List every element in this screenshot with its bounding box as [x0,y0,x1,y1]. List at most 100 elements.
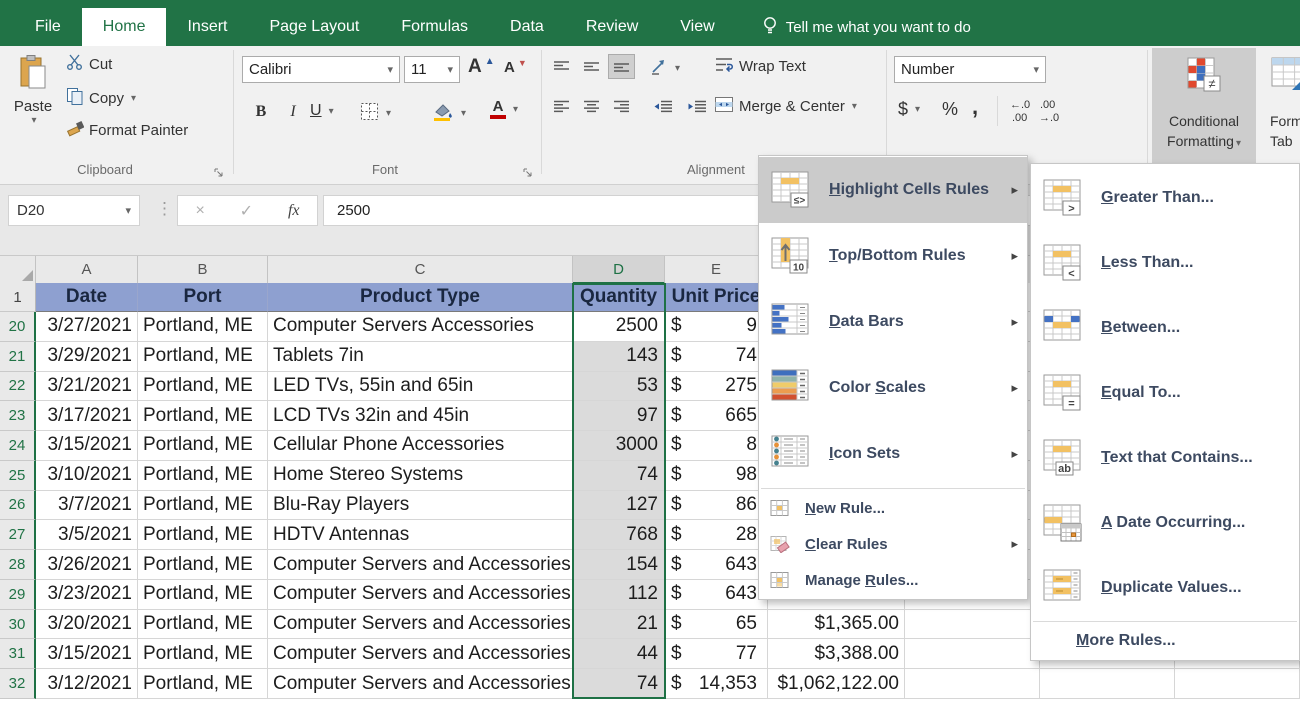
cell-quantity[interactable]: 768 [573,520,665,550]
tab-review[interactable]: Review [565,8,659,46]
cell-unit-price[interactable]: $14,353 [665,669,768,699]
align-left-button[interactable] [548,94,575,119]
header-cell[interactable]: Product Type [268,283,573,312]
cell-product[interactable]: Computer Servers and Accessories [268,639,573,669]
insert-function-icon[interactable]: fx [288,202,300,220]
font-size-combo[interactable]: 11 ▾ [404,56,460,83]
empty-cell[interactable] [1040,669,1175,699]
cell-product[interactable]: Computer Servers and Accessories [268,580,573,610]
cell-product[interactable]: Cellular Phone Accessories [268,431,573,461]
cell-date[interactable]: 3/20/2021 [36,610,138,640]
tell-me-box[interactable]: Tell me what you want to do [762,8,971,46]
borders-button[interactable]: ▾ [360,102,391,125]
bottom-align-button[interactable] [608,54,635,79]
tab-page-layout[interactable]: Page Layout [248,8,380,46]
column-header-E[interactable]: E [665,256,768,284]
decrease-indent-button[interactable] [648,94,678,119]
column-header-B[interactable]: B [138,256,268,284]
row-header[interactable]: 22 [0,372,36,402]
header-cell[interactable]: Unit Price [665,283,768,312]
cell-product[interactable]: LCD TVs 32in and 45in [268,401,573,431]
cell-quantity[interactable]: 3000 [573,431,665,461]
cell-total[interactable]: $1,365.00 [768,610,905,640]
column-header-C[interactable]: C [268,256,573,284]
menu-item-greater-than[interactable]: > Greater Than... [1031,165,1299,230]
menu-item-manage-rules[interactable]: Manage Rules... [759,562,1027,598]
cell-product[interactable]: Computer Servers and Accessories [268,550,573,580]
cell-unit-price[interactable]: $65 [665,610,768,640]
tab-home[interactable]: Home [82,8,167,46]
empty-cell[interactable] [905,610,1040,640]
cell-date[interactable]: 3/26/2021 [36,550,138,580]
cell-date[interactable]: 3/12/2021 [36,669,138,699]
tab-data[interactable]: Data [489,8,565,46]
cell-port[interactable]: Portland, ME [138,342,268,372]
empty-cell[interactable] [905,669,1040,699]
tab-insert[interactable]: Insert [166,8,248,46]
wrap-text-button[interactable]: Wrap Text [714,56,806,77]
tab-view[interactable]: View [659,8,735,46]
row-header[interactable]: 24 [0,431,36,461]
cell-product[interactable]: Tablets 7in [268,342,573,372]
cell-quantity[interactable]: 74 [573,669,665,699]
column-header-A[interactable]: A [36,256,138,284]
header-cell[interactable]: Port [138,283,268,312]
empty-cell[interactable] [1175,669,1300,699]
menu-item-clear-rules[interactable]: Clear Rules ▸ [759,526,1027,562]
copy-button[interactable]: Copy ▾ [66,87,136,109]
cancel-icon[interactable]: × [195,202,204,220]
cell-quantity[interactable]: 44 [573,639,665,669]
header-cell[interactable]: Date [36,283,138,312]
cell-unit-price[interactable]: $86 [665,491,768,521]
cell-date[interactable]: 3/15/2021 [36,431,138,461]
italic-button[interactable]: I [278,98,308,126]
menu-item-between[interactable]: Between... [1031,295,1299,360]
menu-item-duplicate-values[interactable]: Duplicate Values... [1031,555,1299,620]
fill-color-button[interactable]: ▾ [432,102,466,125]
tab-formulas[interactable]: Formulas [380,8,489,46]
menu-item-color-scales[interactable]: Color Scales ▸ [759,355,1027,421]
cell-unit-price[interactable]: $28 [665,520,768,550]
font-dialog-launcher-icon[interactable] [522,165,533,176]
cell-port[interactable]: Portland, ME [138,372,268,402]
accounting-format-button[interactable]: $ ▾ [898,99,920,120]
cell-quantity[interactable]: 2500 [573,312,665,342]
format-painter-button[interactable]: Format Painter [66,120,188,141]
menu-item-top-bottom-rules[interactable]: 10 Top/Bottom Rules ▸ [759,223,1027,289]
middle-align-button[interactable] [578,54,605,79]
cell-unit-price[interactable]: $643 [665,550,768,580]
merge-center-button[interactable]: Merge & Center ▾ [714,96,857,117]
cell-date[interactable]: 3/17/2021 [36,401,138,431]
cell-unit-price[interactable]: $74 [665,342,768,372]
cell-total[interactable]: $1,062,122.00 [768,669,905,699]
format-as-table-button[interactable]: Form Tab [1262,48,1300,182]
menu-item-icon-sets[interactable]: Icon Sets ▸ [759,421,1027,487]
align-center-button[interactable] [578,94,605,119]
cell-product[interactable]: Computer Servers Accessories [268,312,573,342]
row-header[interactable]: 31 [0,639,36,669]
cell-port[interactable]: Portland, ME [138,639,268,669]
cell-quantity[interactable]: 21 [573,610,665,640]
cell-quantity[interactable]: 112 [573,580,665,610]
comma-style-button[interactable]: , [972,94,978,120]
cut-button[interactable]: Cut [66,54,112,74]
increase-font-size-button[interactable]: A▲ [468,56,495,78]
cell-product[interactable]: HDTV Antennas [268,520,573,550]
menu-item-data-bars[interactable]: Data Bars ▸ [759,289,1027,355]
cell-quantity[interactable]: 127 [573,491,665,521]
cell-unit-price[interactable]: $665 [665,401,768,431]
increase-indent-button[interactable] [682,94,712,119]
enter-icon[interactable]: ✓ [240,201,253,221]
cell-quantity[interactable]: 97 [573,401,665,431]
tab-file[interactable]: File [14,8,82,46]
row-header[interactable]: 21 [0,342,36,372]
cell-product[interactable]: Blu-Ray Players [268,491,573,521]
cell-port[interactable]: Portland, ME [138,610,268,640]
column-header-D[interactable]: D [573,256,665,284]
paste-button[interactable]: Paste ▾ [6,50,60,158]
cell-quantity[interactable]: 154 [573,550,665,580]
cell-quantity[interactable]: 74 [573,461,665,491]
row-header[interactable]: 1 [0,283,36,312]
decrease-decimal-button[interactable]: .00→.0 [1036,96,1062,128]
number-format-combo[interactable]: Number ▾ [894,56,1046,83]
